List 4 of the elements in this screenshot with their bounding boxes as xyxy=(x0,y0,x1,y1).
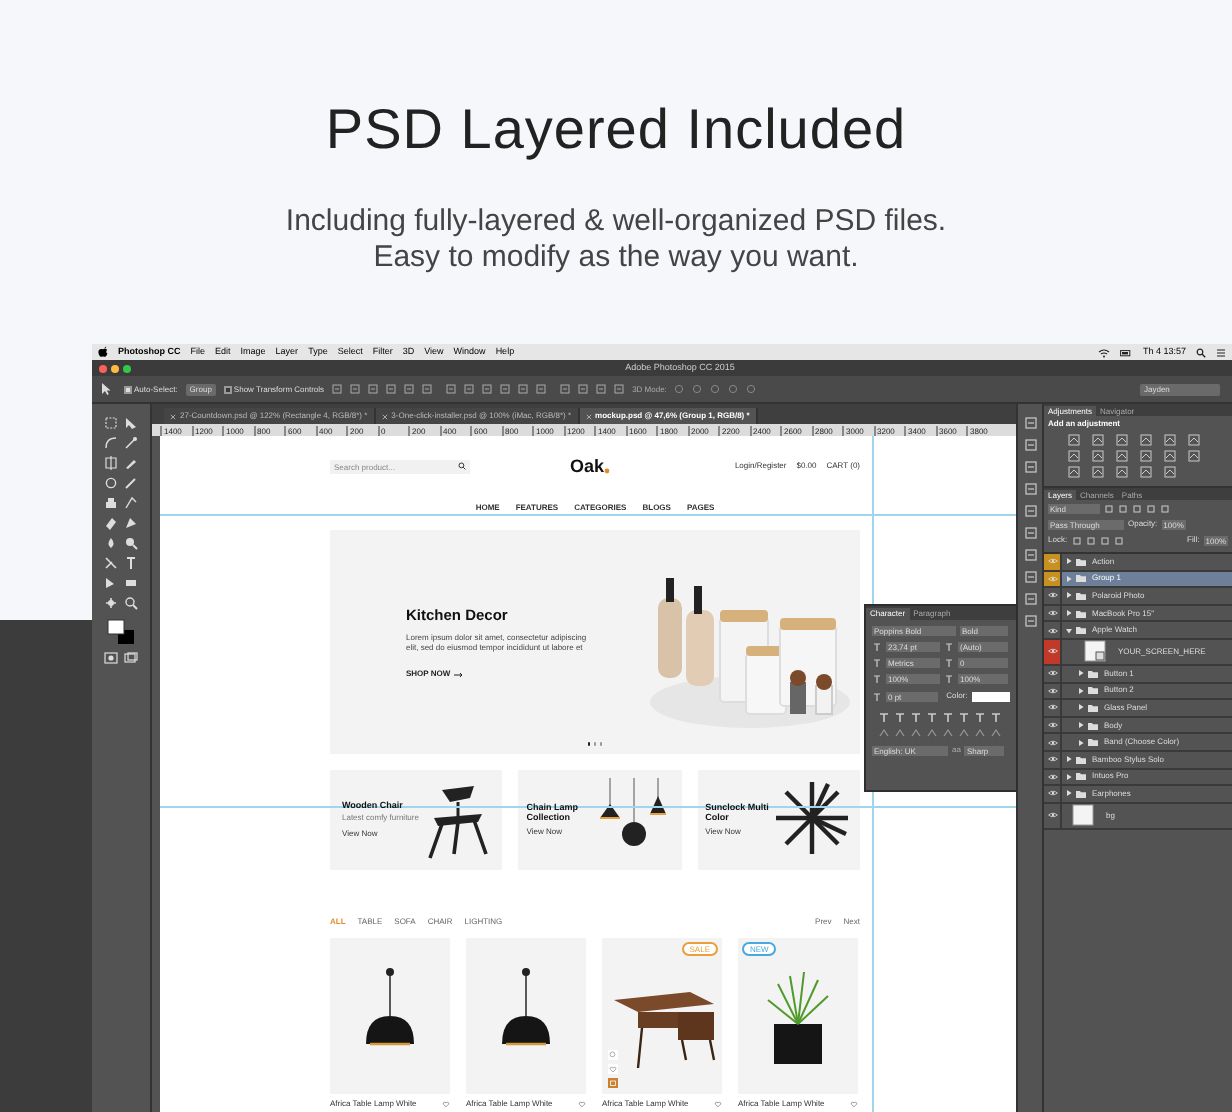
subtitle-line: Easy to modify as the way you want. xyxy=(373,240,859,276)
site-logo: Oak xyxy=(569,456,604,476)
page-heading: PSD Layered Included xyxy=(325,96,907,164)
subtitle-line: Including fully-layered & well-organized PSD files. xyxy=(285,204,947,240)
